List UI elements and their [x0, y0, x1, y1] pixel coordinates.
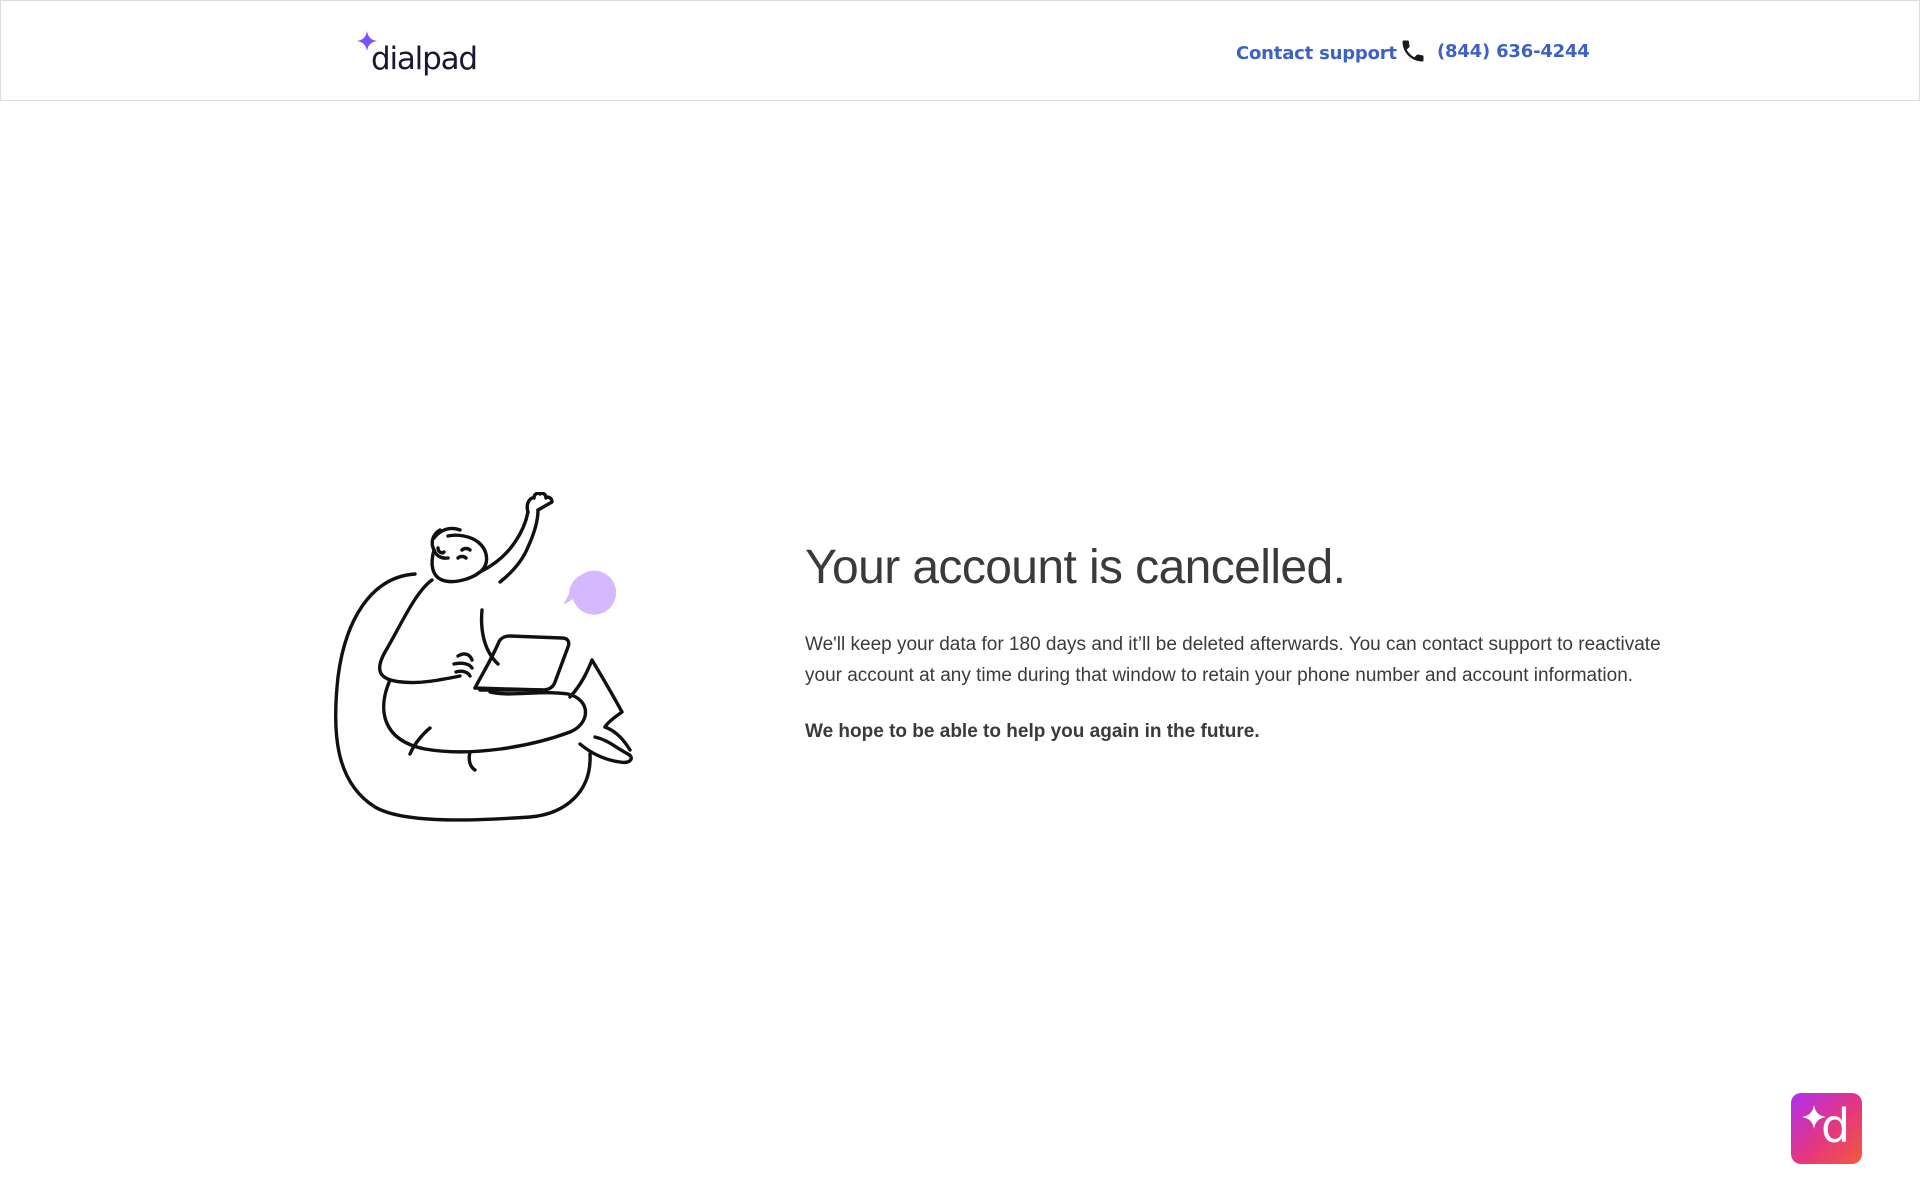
- retention-info-text: We'll keep your data for 180 days and it…: [805, 634, 1661, 686]
- phone-link[interactable]: (844) 636-4244: [1399, 37, 1590, 65]
- closing-message: We hope to be able to help you again in …: [805, 721, 1260, 742]
- dialpad-logo[interactable]: dialpad: [357, 31, 478, 77]
- phone-icon: [1402, 40, 1424, 62]
- sparkle-icon: [357, 31, 377, 51]
- top-header: dialpad Contact support (844) 636-4244: [0, 0, 1920, 101]
- cancellation-message: Your account is cancelled. We'll keep yo…: [805, 540, 1665, 743]
- assistant-letter: d: [1821, 1099, 1851, 1153]
- speech-bubble-icon: [563, 570, 617, 615]
- dialpad-assistant-button[interactable]: d: [1791, 1093, 1862, 1164]
- phone-number[interactable]: (844) 636-4244: [1437, 41, 1590, 62]
- logo-wordmark: dialpad: [371, 41, 478, 77]
- page-title: Your account is cancelled.: [805, 541, 1346, 594]
- person-on-beanbag-illustration: [333, 492, 633, 822]
- contact-support-link[interactable]: Contact support: [1236, 43, 1397, 64]
